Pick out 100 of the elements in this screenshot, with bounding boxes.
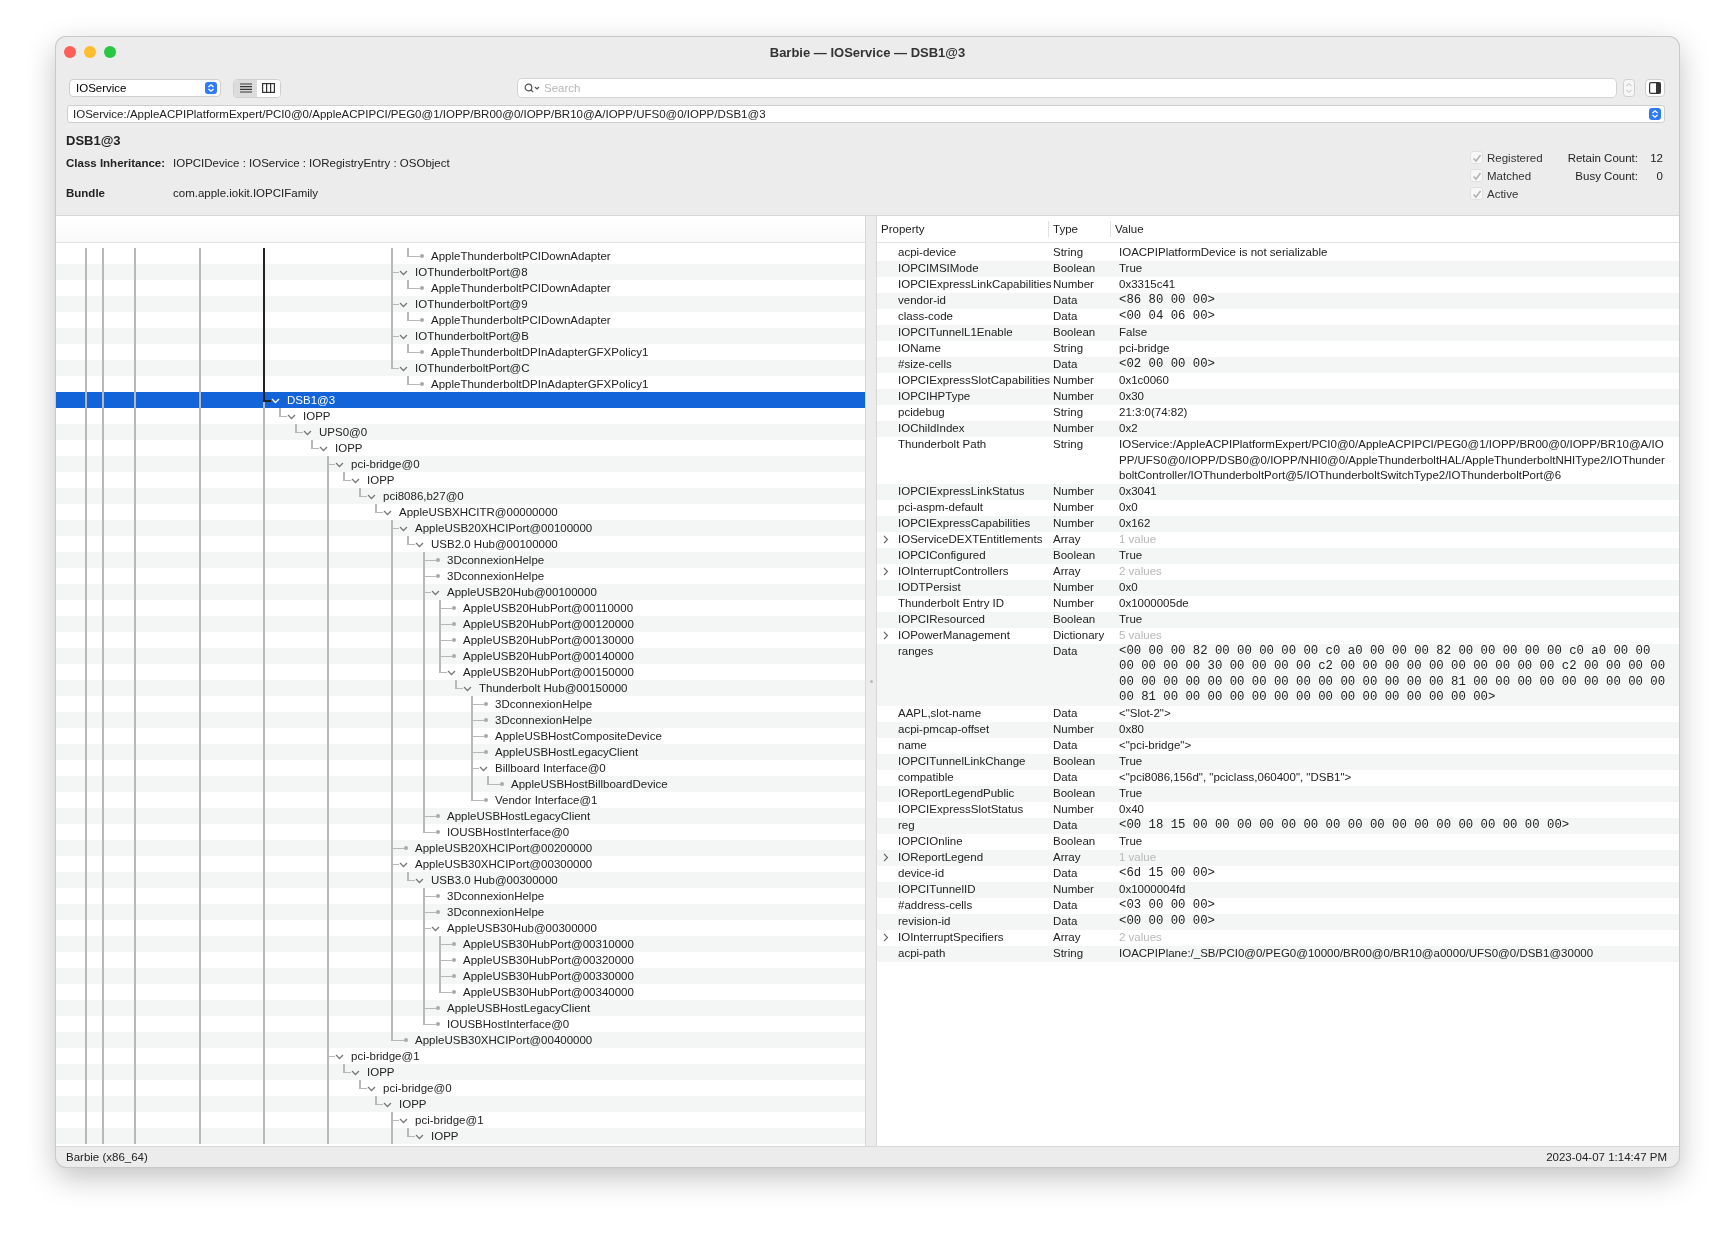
tree-row[interactable]: AppleUSB30HubPort@00310000	[56, 936, 865, 952]
tree-row[interactable]: pci-bridge@0	[56, 1080, 865, 1096]
tree-row[interactable]: AppleUSB20HubPort@00120000	[56, 616, 865, 632]
tree-row[interactable]: DSB1@3	[56, 392, 865, 408]
table-row[interactable]: IOPCIResourced Boolean True	[877, 611, 1679, 628]
checkbox[interactable]	[1470, 151, 1483, 164]
table-row[interactable]: class-code Data <00 04 06 00>	[877, 309, 1679, 325]
table-row[interactable]: IOPCIHPType Number 0x30	[877, 389, 1679, 405]
tree-row[interactable]: AppleUSB30HubPort@00340000	[56, 984, 865, 1000]
tree-row[interactable]: pci-bridge@1	[56, 1112, 865, 1128]
tree-row[interactable]: AppleUSBHostLegacyClient	[56, 808, 865, 824]
table-row[interactable]: Thunderbolt Entry ID Number 0x1000005de	[877, 595, 1679, 612]
tree-row[interactable]: AppleUSB20HubPort@00140000	[56, 648, 865, 664]
tree-row[interactable]: AppleUSBHostLegacyClient	[56, 1000, 865, 1016]
close-icon[interactable]	[64, 46, 76, 58]
table-row[interactable]: acpi-device String IOACPIPlatformDevice is not serializable	[877, 245, 1679, 261]
table-row[interactable]: compatible Data <"pci8086,156d", "pciclass,060400", "DSB1">	[877, 769, 1679, 786]
tree-row[interactable]: IOUSBHostInterface@0	[56, 824, 865, 840]
table-row[interactable]: IOReportLegendPublic Boolean True	[877, 785, 1679, 802]
table-row[interactable]: IODTPersist Number 0x0	[877, 579, 1679, 596]
tree-row[interactable]: AppleUSB30XHCIPort@00300000	[56, 856, 865, 872]
table-row[interactable]: device-id Data <6d 15 00 00>	[877, 865, 1679, 882]
table-row[interactable]: IOInterruptSpecifiers Array 2 values	[877, 929, 1679, 946]
tree-row[interactable]: AppleUSB20HubPort@00110000	[56, 600, 865, 616]
tree-row[interactable]: IOPP	[56, 440, 865, 456]
table-row[interactable]: IOPCIMSIMode Boolean True	[877, 261, 1679, 277]
table-row[interactable]: IOPCITunnelLinkChange Boolean True	[877, 753, 1679, 770]
tree-row[interactable]: IOThunderboltPort@C	[56, 360, 865, 376]
tree-row[interactable]: Vendor Interface@1	[56, 792, 865, 808]
tree-row[interactable]: AppleUSB20HubPort@00150000	[56, 664, 865, 680]
table-row[interactable]: IOPCIExpressLinkStatus Number 0x3041	[877, 483, 1679, 500]
column-header[interactable]: Type	[1049, 221, 1111, 237]
table-row[interactable]: #size-cells Data <02 00 00 00>	[877, 357, 1679, 373]
tree-row[interactable]: 3DconnexionHelpe	[56, 568, 865, 584]
table-row[interactable]: acpi-path String IOACPIPlane:/_SB/PCI0@0/PEG0@10000/BR00@0/BR10@a0000/UFS0@0/DSB1@30000	[877, 945, 1679, 962]
tree-row[interactable]: AppleUSB30HubPort@00330000	[56, 968, 865, 984]
tree-row[interactable]: AppleUSB20XHCIPort@00100000	[56, 520, 865, 536]
table-row[interactable]: acpi-pmcap-offset Number 0x80	[877, 721, 1679, 738]
tree-row[interactable]: AppleUSBHostBillboardDevice	[56, 776, 865, 792]
tree-row[interactable]: AppleUSB30HubPort@00320000	[56, 952, 865, 968]
tree-row[interactable]: pci-bridge@0	[56, 456, 865, 472]
tree-row[interactable]: 3DconnexionHelpe	[56, 712, 865, 728]
disclosure-chevron-icon[interactable]	[881, 534, 890, 544]
tree-row[interactable]: IOThunderboltPort@B	[56, 328, 865, 344]
tree-row[interactable]: 3DconnexionHelpe	[56, 888, 865, 904]
tree-row[interactable]: Thunderbolt Hub@00150000	[56, 680, 865, 696]
table-row[interactable]: IOPowerManagement Dictionary 5 values	[877, 627, 1679, 644]
list-view-button[interactable]	[234, 79, 257, 97]
tree-row[interactable]: AppleThunderboltPCIDownAdapter	[56, 280, 865, 296]
tree-row[interactable]: IOThunderboltPort@8	[56, 264, 865, 280]
splitter-handle[interactable]	[869, 679, 873, 683]
table-row[interactable]: IOChildIndex Number 0x2	[877, 421, 1679, 437]
table-row[interactable]: IOServiceDEXTEntitlements Array 1 value	[877, 531, 1679, 548]
plane-popup[interactable]: IOService	[69, 79, 221, 97]
path-field[interactable]: IOService:/AppleACPIPlatformExpert/PCI0@0/AppleACPIPCI/PEG0@1/IOPP/BR00@0/IOPP/BR10@A/IOPP/UFS0@0/IOPP/DSB1@3	[67, 105, 1665, 123]
tree-row[interactable]: AppleUSB20HubPort@00130000	[56, 632, 865, 648]
column-header[interactable]: Value	[1111, 221, 1679, 237]
column-header[interactable]: Property	[877, 221, 1049, 237]
checkbox[interactable]	[1470, 187, 1483, 200]
search-field[interactable]: Search	[517, 78, 1617, 98]
tree-row[interactable]: AppleThunderboltPCIDownAdapter	[56, 312, 865, 328]
table-row[interactable]: IOPCIOnline Boolean True	[877, 833, 1679, 850]
tree-row[interactable]: USB3.0 Hub@00300000	[56, 872, 865, 888]
tree-row[interactable]: IOPP	[56, 1064, 865, 1080]
tree-row[interactable]: IOThunderboltPort@9	[56, 296, 865, 312]
tree-row[interactable]: AppleUSB20XHCIPort@00200000	[56, 840, 865, 856]
table-row[interactable]: IOInterruptControllers Array 2 values	[877, 563, 1679, 580]
sidebar-toggle-button[interactable]	[1645, 79, 1665, 97]
tree-row[interactable]: USB2.0 Hub@00100000	[56, 536, 865, 552]
table-row[interactable]: revision-id Data <00 00 00 00>	[877, 913, 1679, 930]
disclosure-chevron-icon[interactable]	[881, 630, 890, 640]
tree-row[interactable]: UPS0@0	[56, 424, 865, 440]
table-row[interactable]: pci-aspm-default Number 0x0	[877, 499, 1679, 516]
tree-row[interactable]: AppleUSB30XHCIPort@00400000	[56, 1032, 865, 1048]
tree-row[interactable]: AppleUSBXHCITR@00000000	[56, 504, 865, 520]
tree-row[interactable]: pci8086,b27@0	[56, 488, 865, 504]
table-row[interactable]: #address-cells Data <03 00 00 00>	[877, 897, 1679, 914]
tree-row[interactable]: AppleUSBHostLegacyClient	[56, 744, 865, 760]
disclosure-chevron-icon[interactable]	[881, 932, 890, 942]
tree-row[interactable]: IOUSBHostInterface@0	[56, 1016, 865, 1032]
table-row[interactable]: pcidebug String 21:3:0(74:82)	[877, 405, 1679, 421]
tree-row[interactable]: 3DconnexionHelpe	[56, 552, 865, 568]
tree-row[interactable]: IOPP	[56, 408, 865, 424]
table-row[interactable]: reg Data <00 18 15 00 00 00 00 00 00 00 00 00 00 00 00 00 00 00 00 00>	[877, 817, 1679, 834]
table-row[interactable]: IOPCIConfigured Boolean True	[877, 547, 1679, 564]
checkbox[interactable]	[1470, 169, 1483, 182]
tree-row[interactable]: 3DconnexionHelpe	[56, 696, 865, 712]
table-row[interactable]	[877, 643, 1679, 706]
table-row[interactable]: IOPCIExpressCapabilities Number 0x162	[877, 515, 1679, 532]
disclosure-chevron-icon[interactable]	[881, 852, 890, 862]
tree-row[interactable]: AppleUSB30Hub@00300000	[56, 920, 865, 936]
table-row[interactable]: IOPCIExpressSlotStatus Number 0x40	[877, 801, 1679, 818]
table-row[interactable]: IOPCIExpressSlotCapabilities Number 0x1c0060	[877, 373, 1679, 389]
tree-row[interactable]: Billboard Interface@0	[56, 760, 865, 776]
table-row[interactable]: IOPCITunnelL1Enable Boolean False	[877, 325, 1679, 341]
tree-row[interactable]: IOPP	[56, 1128, 865, 1144]
tree-row[interactable]: AppleUSBHostCompositeDevice	[56, 728, 865, 744]
tree-row[interactable]: AppleThunderboltDPInAdapterGFXPolicy1	[56, 344, 865, 360]
table-row[interactable]: AAPL,slot-name Data <"Slot-2">	[877, 705, 1679, 722]
table-row[interactable]: IOName String pci-bridge	[877, 341, 1679, 357]
